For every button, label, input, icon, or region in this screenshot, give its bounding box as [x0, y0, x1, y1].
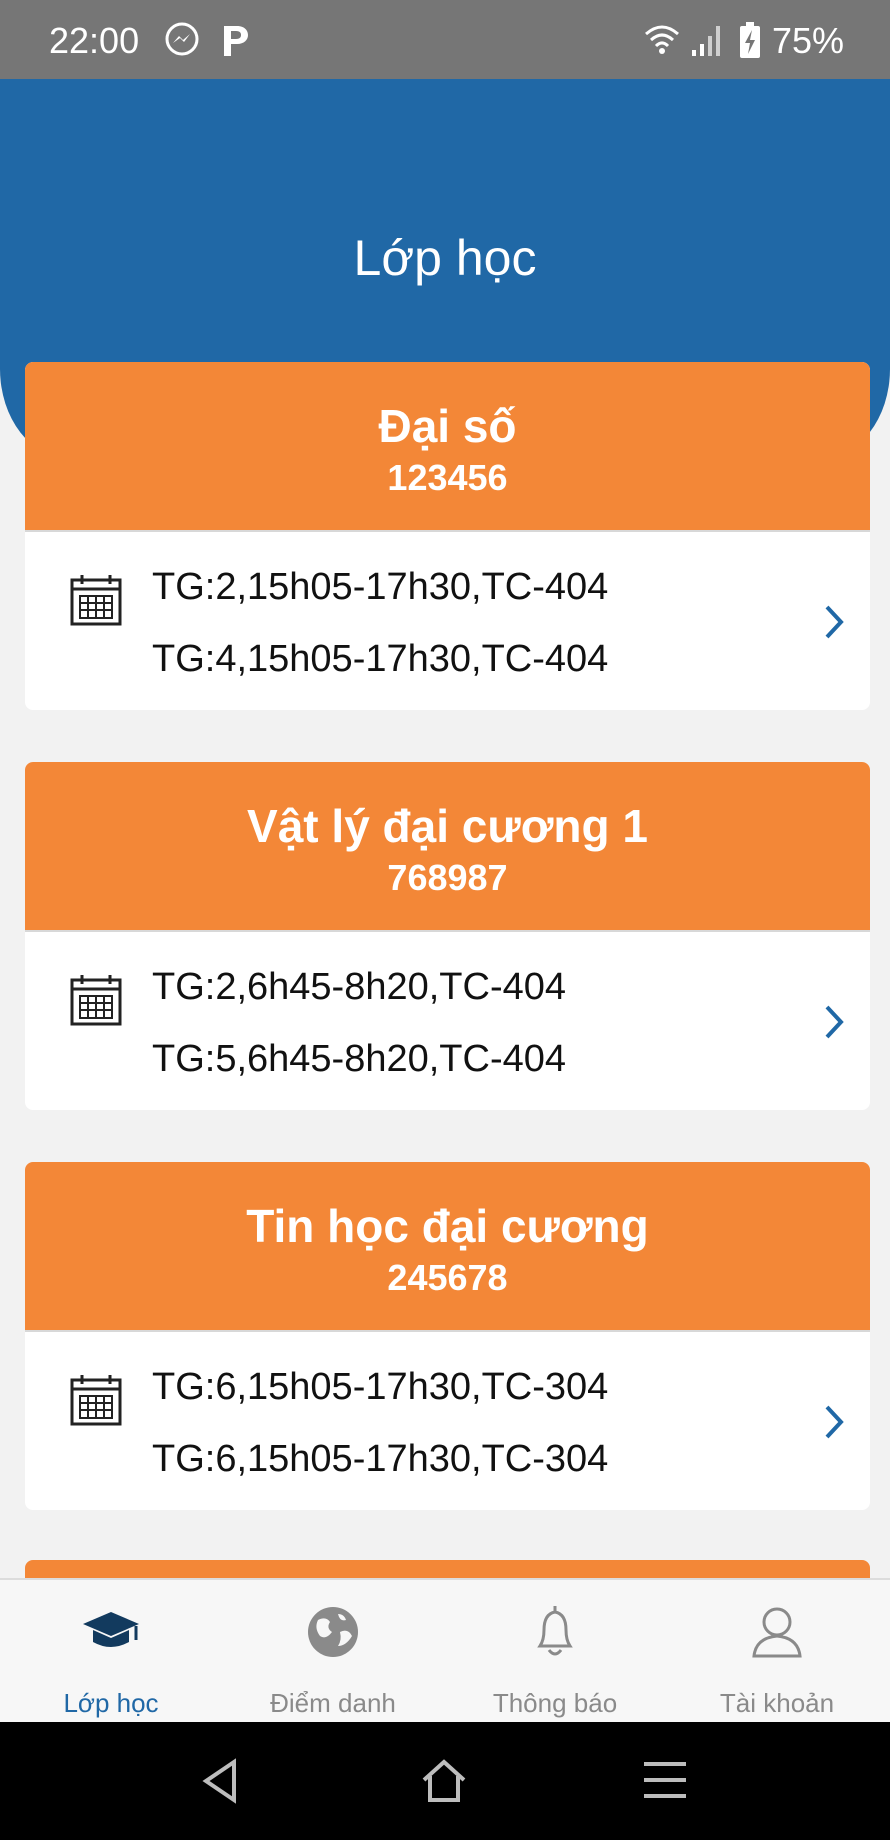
calendar-icon	[69, 1372, 123, 1433]
schedule-line: TG:5,6h45-8h20,TC-404	[152, 1038, 567, 1080]
nav-label: Thông báo	[492, 1688, 618, 1718]
schedule-line: TG:6,15h05-17h30,TC-304	[152, 1366, 609, 1408]
menu-icon[interactable]	[642, 1760, 688, 1805]
nav-item-lop-hoc[interactable]: Lớp học	[0, 1580, 222, 1724]
messenger-icon	[162, 20, 202, 65]
nav-label: Tài khoản	[719, 1688, 835, 1718]
class-card-header: Đại số 123456	[25, 362, 870, 532]
class-code: 245678	[387, 1257, 508, 1298]
graduation-cap-icon	[0, 1602, 222, 1662]
schedule-line: TG:2,15h05-17h30,TC-404	[152, 566, 609, 608]
status-time: 22:00	[49, 20, 140, 61]
class-code: 768987	[387, 857, 508, 898]
p-app-icon	[218, 20, 252, 65]
home-icon[interactable]	[420, 1756, 468, 1809]
nav-label: Lớp học	[63, 1688, 159, 1718]
bottom-navigation: Lớp học Điểm danh Thông báo Tài khoản	[0, 1578, 890, 1724]
class-name: Đại số	[378, 400, 517, 452]
class-card-header: Vật lý đại cương 1 768987	[25, 762, 870, 932]
signal-icon	[688, 20, 728, 65]
schedule-line: TG:2,6h45-8h20,TC-404	[152, 966, 567, 1008]
class-card[interactable]: Vật lý đại cương 1 768987 TG:2,6h45-8h20…	[25, 762, 870, 1110]
chevron-right-icon[interactable]	[822, 1002, 846, 1047]
chevron-right-icon[interactable]	[822, 1402, 846, 1447]
class-card[interactable]: Tin học đại cương 245678 TG:6,15h05-17h3…	[25, 1162, 870, 1510]
nav-item-thong-bao[interactable]: Thông báo	[444, 1580, 666, 1724]
page-title: Lớp học	[353, 230, 537, 286]
class-card-body: TG:6,15h05-17h30,TC-304 TG:6,15h05-17h30…	[25, 1332, 870, 1510]
chevron-right-icon[interactable]	[822, 602, 846, 647]
user-icon	[666, 1602, 888, 1662]
nav-item-diem-danh[interactable]: Điểm danh	[222, 1580, 444, 1724]
nav-label: Điểm danh	[270, 1688, 396, 1718]
class-card-header: Tin học đại cương 245678	[25, 1162, 870, 1332]
wifi-icon	[642, 20, 682, 65]
system-navigation-bar	[0, 1722, 890, 1840]
class-card-body: TG:2,6h45-8h20,TC-404 TG:5,6h45-8h20,TC-…	[25, 932, 870, 1110]
class-name: Vật lý đại cương 1	[247, 800, 648, 852]
battery-percentage: 75%	[772, 20, 845, 61]
calendar-icon	[69, 972, 123, 1033]
schedule-line: TG:6,15h05-17h30,TC-304	[152, 1438, 609, 1480]
back-icon[interactable]	[198, 1758, 244, 1809]
bell-icon	[444, 1602, 666, 1662]
globe-icon	[222, 1602, 444, 1662]
calendar-icon	[69, 572, 123, 633]
schedule-line: TG:4,15h05-17h30,TC-404	[152, 638, 609, 680]
class-card[interactable]: Đại số 123456 TG:2,15h05-17h30,TC-404 TG…	[25, 362, 870, 710]
class-code: 123456	[387, 457, 508, 498]
battery-charging-icon	[738, 20, 762, 65]
class-name: Tin học đại cương	[246, 1200, 649, 1252]
nav-item-tai-khoan[interactable]: Tài khoản	[666, 1580, 888, 1724]
class-card-body: TG:2,15h05-17h30,TC-404 TG:4,15h05-17h30…	[25, 532, 870, 710]
status-bar: 22:00 75%	[0, 0, 890, 79]
